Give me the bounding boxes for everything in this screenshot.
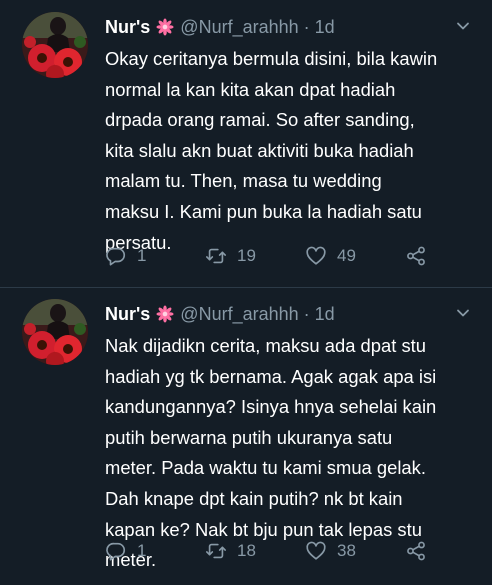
display-name[interactable]: Nur's bbox=[105, 304, 150, 325]
retweet-button[interactable]: 18 bbox=[205, 539, 256, 563]
tweet-header: Nur's @Nurf_arahhh · 1d bbox=[105, 302, 335, 326]
share-button[interactable] bbox=[405, 244, 427, 268]
chevron-down-icon[interactable] bbox=[455, 18, 471, 34]
tweet-text: Okay ceritanya bermula disini, bila kawi… bbox=[105, 48, 438, 253]
reply-icon bbox=[105, 245, 127, 267]
pink-flower-icon bbox=[156, 305, 174, 323]
avatar[interactable] bbox=[22, 12, 88, 78]
heart-icon bbox=[305, 540, 327, 562]
tweet-text: Nak dijadikn cerita, maksu ada dpat stu … bbox=[105, 335, 437, 571]
reply-button[interactable]: 1 bbox=[105, 244, 146, 268]
share-icon bbox=[405, 540, 427, 562]
separator-dot: · bbox=[303, 16, 310, 37]
tweet[interactable]: Nur's @Nurf_arahhh · 1d bbox=[0, 0, 492, 287]
retweet-count: 18 bbox=[237, 541, 256, 560]
retweet-count: 19 bbox=[237, 246, 256, 265]
user-handle[interactable]: @Nurf_arahhh bbox=[180, 17, 298, 38]
display-name[interactable]: Nur's bbox=[105, 17, 150, 38]
timestamp[interactable]: 1d bbox=[315, 304, 335, 325]
pink-flower-icon bbox=[156, 18, 174, 36]
reply-count: 1 bbox=[137, 246, 147, 265]
share-button[interactable] bbox=[405, 539, 427, 563]
tweet[interactable]: Nur's @Nurf_arahhh · 1d bbox=[0, 287, 492, 585]
avatar[interactable] bbox=[22, 299, 88, 365]
tweet-header: Nur's @Nurf_arahhh · 1d bbox=[105, 15, 335, 39]
retweet-icon bbox=[205, 540, 227, 562]
like-count: 38 bbox=[337, 541, 356, 560]
retweet-button[interactable]: 19 bbox=[205, 244, 256, 268]
chevron-down-icon[interactable] bbox=[455, 305, 471, 321]
separator-dot: · bbox=[303, 303, 310, 324]
share-icon bbox=[405, 245, 427, 267]
user-handle[interactable]: @Nurf_arahhh bbox=[180, 304, 298, 325]
timestamp[interactable]: 1d bbox=[315, 17, 335, 38]
reply-icon bbox=[105, 540, 127, 562]
like-button[interactable]: 49 bbox=[305, 244, 356, 268]
heart-icon bbox=[305, 245, 327, 267]
reply-button[interactable]: 1 bbox=[105, 539, 146, 563]
like-button[interactable]: 38 bbox=[305, 539, 356, 563]
reply-count: 1 bbox=[137, 541, 147, 560]
retweet-icon bbox=[205, 245, 227, 267]
like-count: 49 bbox=[337, 246, 356, 265]
